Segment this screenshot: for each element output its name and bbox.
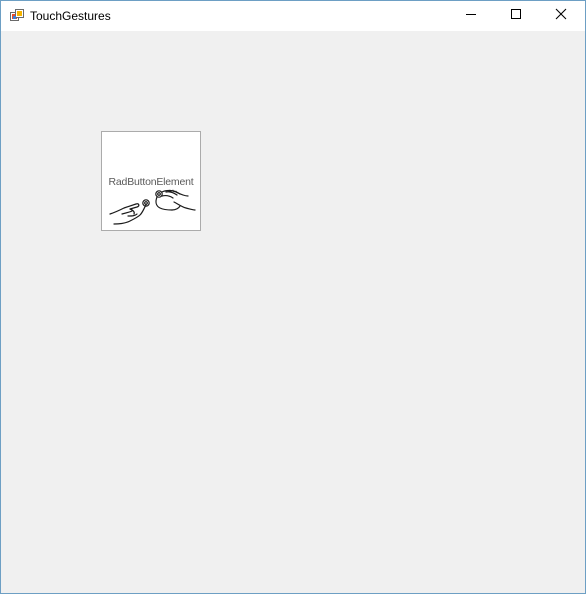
client-area: RadButtonElement: [1, 31, 585, 593]
touch-gestures-hands-icon: [108, 188, 196, 228]
minimize-icon: [465, 7, 477, 25]
app-icon: [10, 9, 24, 23]
maximize-icon: [510, 7, 522, 25]
close-button[interactable]: [538, 1, 583, 31]
maximize-button[interactable]: [493, 1, 538, 31]
rad-button-label: RadButtonElement: [108, 176, 194, 188]
close-icon: [555, 7, 567, 25]
title-bar[interactable]: TouchGestures: [1, 1, 585, 31]
app-window: TouchGestures RadButtonElement: [0, 0, 586, 594]
minimize-button[interactable]: [448, 1, 493, 31]
rad-button-element[interactable]: RadButtonElement: [101, 131, 201, 231]
window-title: TouchGestures: [30, 9, 111, 23]
